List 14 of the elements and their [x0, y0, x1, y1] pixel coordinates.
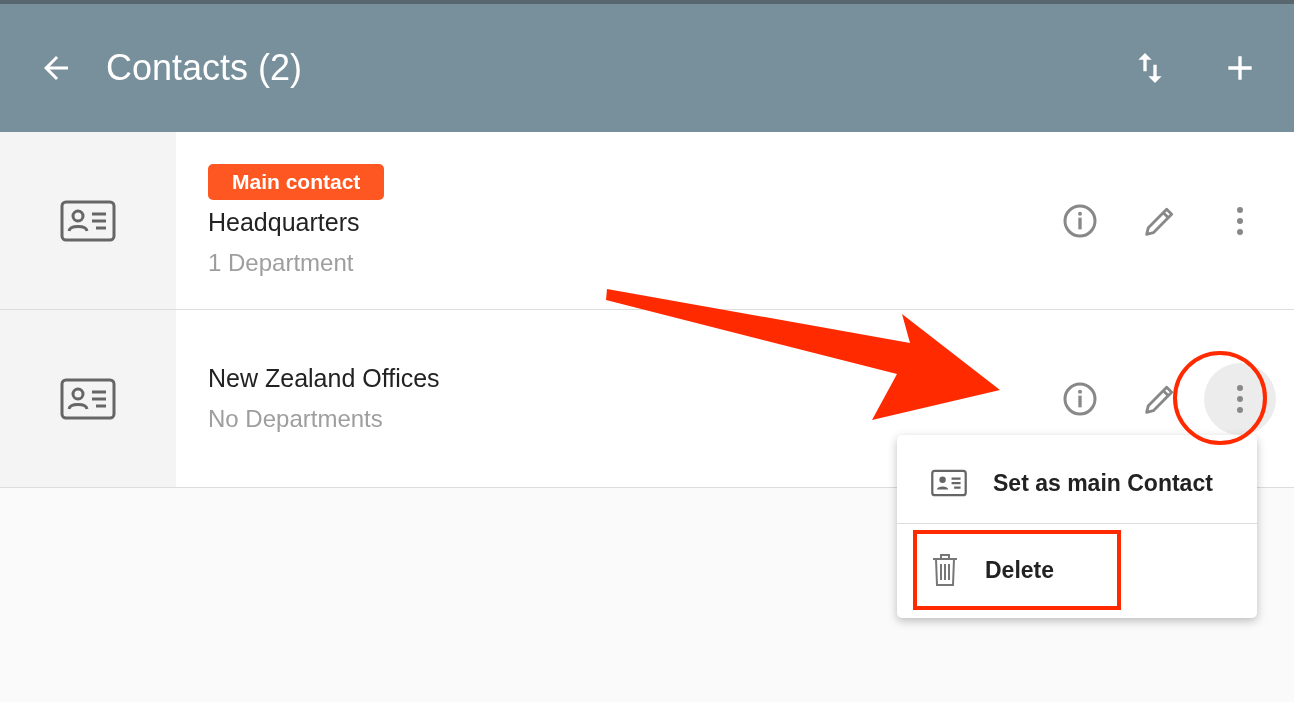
page-title: Contacts (2) [106, 47, 303, 89]
contact-name[interactable]: Headquarters [208, 208, 1060, 237]
trash-icon [931, 553, 959, 587]
menu-item[interactable]: Set as main Contact [913, 443, 1249, 523]
contact-name[interactable]: New Zealand Offices [208, 364, 1060, 393]
contact-departments: 1 Department [208, 249, 355, 277]
contact-card-icon [931, 469, 967, 497]
contact-card-icon [60, 377, 116, 420]
contact-departments: No Departments [208, 405, 384, 433]
contact-card-icon [60, 199, 116, 242]
more-icon [1236, 383, 1244, 414]
menu-item[interactable]: Delete [913, 530, 1121, 610]
main-contact-badge: Main contact [208, 164, 385, 200]
more-icon [1236, 205, 1244, 236]
